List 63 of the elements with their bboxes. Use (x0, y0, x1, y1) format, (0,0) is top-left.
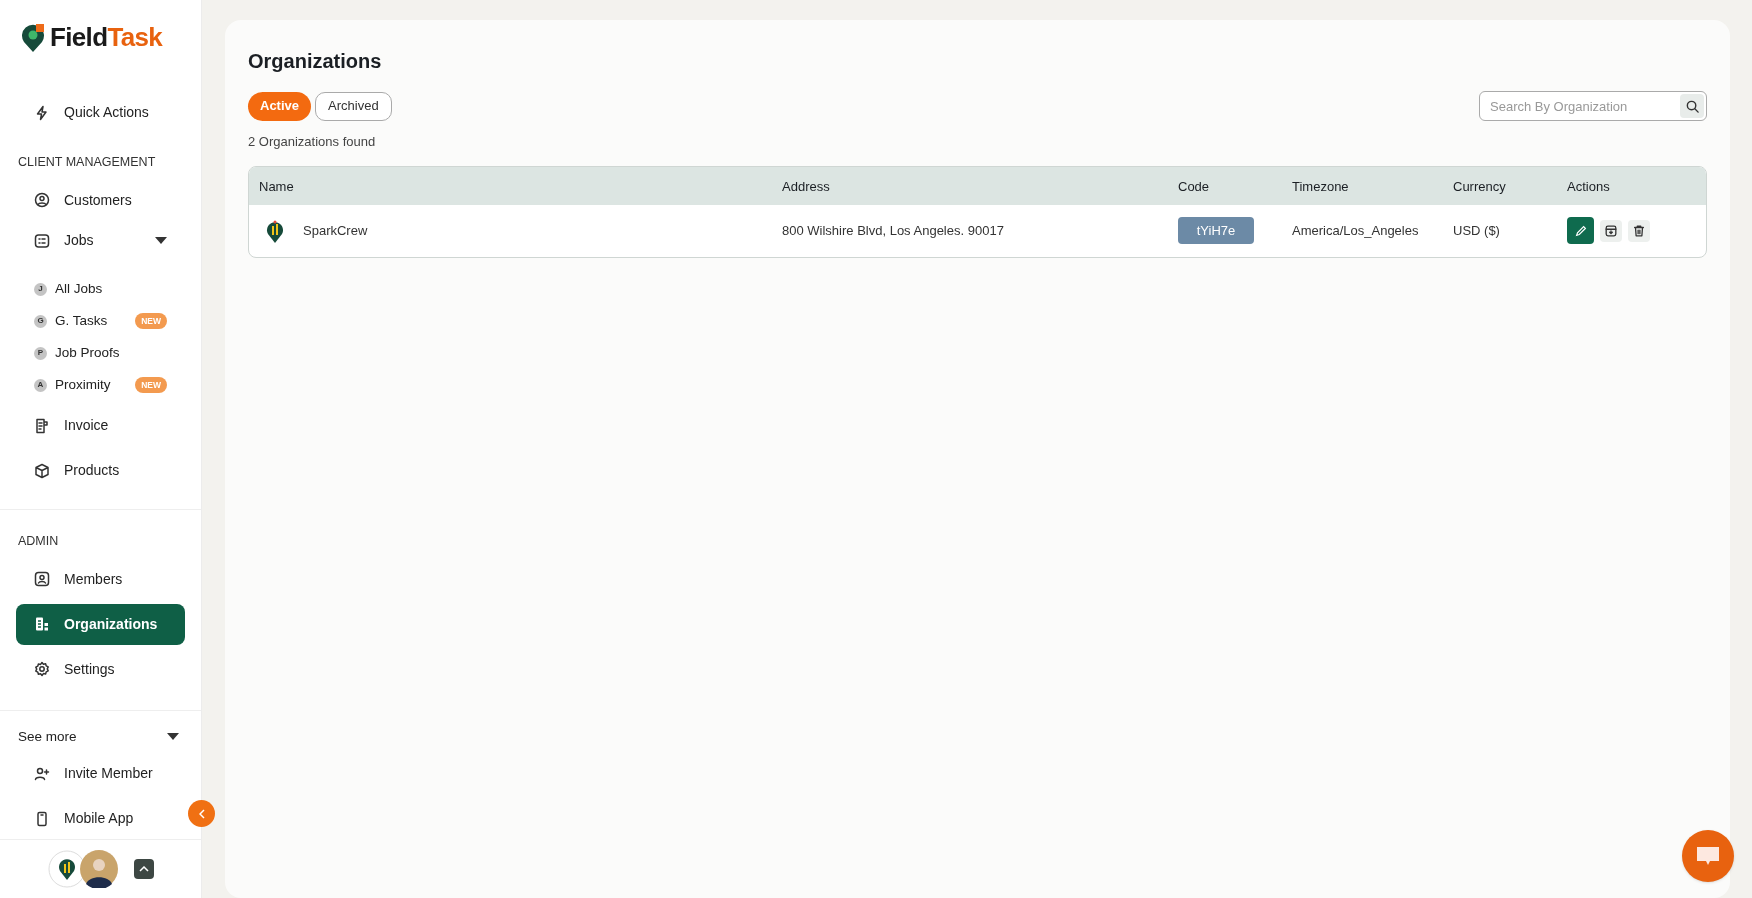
table-cell: 800 Wilshire Blvd, Los Angeles. 90017 (782, 222, 1004, 238)
archive-icon (1604, 223, 1618, 238)
section-heading: ADMIN (17, 533, 60, 550)
filter-tab[interactable]: Archived (315, 91, 392, 121)
nav-item[interactable]: Invite Member (16, 753, 185, 794)
caret-icon (155, 236, 167, 245)
person-icon (34, 192, 50, 209)
avatar-icon (79, 850, 118, 888)
list-icon (34, 232, 50, 249)
cube-icon (34, 462, 50, 479)
nav-item[interactable]: Quick Actions (16, 92, 185, 133)
nav-item[interactable]: Mobile App (16, 798, 185, 839)
new-badge: NEW (135, 312, 167, 330)
new-badge: NEW (135, 376, 167, 394)
bolt-icon (34, 104, 50, 121)
brand-name: FieldTask (50, 21, 163, 55)
result-count: 2 Organizations found (248, 133, 377, 151)
search-icon (1684, 98, 1700, 114)
chevron-up-icon (138, 866, 149, 872)
caret-icon (167, 732, 179, 741)
nav-item[interactable]: Jobs (16, 220, 185, 261)
nav-item[interactable]: Customers (16, 179, 185, 221)
nav-subitem[interactable]: P Job Proofs (16, 337, 185, 369)
nav-item[interactable]: Invoice (16, 405, 185, 446)
phone-icon (34, 810, 50, 827)
person-plus-icon (34, 765, 50, 782)
nav-item[interactable]: Members (16, 558, 185, 600)
logo-icon (20, 22, 46, 53)
org-logo-icon (47, 850, 86, 888)
search-button[interactable] (1680, 94, 1704, 118)
column-header: Actions (1567, 178, 1610, 194)
trash-icon (1632, 223, 1646, 238)
column-header: Code (1178, 178, 1210, 194)
table-cell-text: SparkCrew (303, 221, 368, 240)
section-heading: CLIENT MANAGEMENT (17, 153, 157, 171)
nav-subitem[interactable]: A Proximity NEW (16, 369, 185, 401)
column-header: Address (782, 178, 830, 194)
nav-item[interactable]: Organizations (16, 603, 185, 645)
nav-subitem[interactable]: J All Jobs (16, 273, 185, 305)
gear-icon (34, 661, 50, 678)
building-icon (34, 616, 50, 633)
code-badge: tYiH7e (1178, 216, 1254, 245)
edit-button[interactable] (1567, 217, 1594, 244)
nav-subitem[interactable]: G G. Tasks NEW (16, 305, 185, 337)
search-field[interactable]: Search By Organization (1479, 91, 1707, 121)
delete-button[interactable] (1628, 219, 1650, 242)
receipt-icon (34, 417, 50, 434)
pencil-icon (1573, 223, 1588, 238)
column-header: Name (259, 178, 294, 194)
column-header: Timezone (1292, 178, 1349, 194)
table-cell: America/Los_Angeles (1292, 222, 1419, 238)
person-icon (34, 571, 50, 588)
archive-button[interactable] (1600, 219, 1622, 242)
chat-icon (1695, 845, 1721, 867)
column-header: Currency (1453, 178, 1506, 194)
see-more-toggle[interactable]: See more (18, 726, 77, 747)
page-title: Organizations (248, 49, 383, 74)
table-cell: USD ($) (1453, 222, 1500, 238)
chevron-left-icon (198, 808, 205, 819)
nav-item[interactable]: Settings (16, 648, 185, 690)
nav-item[interactable]: Products (16, 450, 185, 491)
expand-button[interactable] (133, 859, 154, 879)
collapse-button[interactable] (188, 800, 215, 827)
